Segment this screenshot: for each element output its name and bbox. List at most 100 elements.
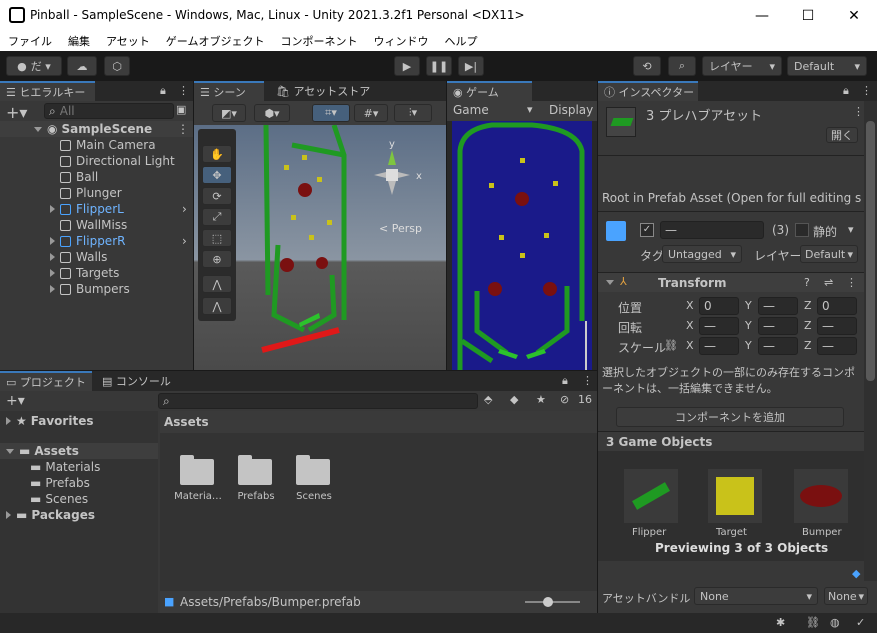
transform-pos-x-field[interactable]: 0 [699, 297, 739, 315]
hierarchy-item[interactable]: Ball [0, 169, 193, 185]
view-options-dropdown[interactable]: ⬢▾ [254, 104, 290, 122]
expand-icon[interactable] [50, 269, 55, 277]
tab-inspector[interactable]: ⓘ インスペクター [598, 81, 698, 101]
name-field[interactable]: — [660, 221, 764, 239]
more-icon[interactable]: ⋮ [178, 84, 189, 97]
hierarchy-item[interactable]: Targets [0, 265, 193, 281]
progress-icon[interactable]: ◍ [830, 616, 840, 629]
assets-row[interactable]: ▬ Assets [0, 443, 158, 459]
menu-item[interactable]: ヘルプ [436, 31, 485, 51]
folder-icon[interactable] [238, 455, 272, 485]
scene-visibility-icon[interactable]: ▣ [176, 103, 186, 116]
hidden-packages-icon[interactable]: ⊘ [560, 393, 569, 406]
help-icon[interactable]: ? [804, 276, 810, 289]
expand-icon[interactable] [50, 253, 55, 261]
step-icon[interactable]: ▶| [458, 56, 484, 76]
add-component-button[interactable]: コンポーネントを追加 [616, 407, 844, 427]
menu-item[interactable]: ゲームオブジェクト [158, 31, 273, 51]
inspector-scrollbar[interactable] [864, 101, 877, 581]
tab-console[interactable]: ▤ コンソール [96, 371, 176, 391]
filter-label-icon[interactable]: ◆ [510, 393, 518, 406]
collab-icon[interactable]: ⬡ [104, 56, 130, 76]
hand-tool-icon[interactable]: ✋ [202, 145, 232, 163]
hierarchy-item[interactable]: Plunger [0, 185, 193, 201]
more-icon[interactable]: ⋮ [582, 374, 593, 387]
grid-snap-button[interactable]: #▾ [354, 104, 388, 122]
hierarchy-item[interactable]: FlipperR › [0, 233, 193, 249]
rect-tool-icon[interactable]: ⬚ [202, 229, 232, 247]
preview-thumbnail[interactable] [794, 469, 848, 523]
expand-icon[interactable] [50, 285, 55, 293]
more-icon[interactable]: ⋮ [853, 105, 864, 118]
favorites-row[interactable]: ★ Favorites [6, 413, 93, 429]
tab-hierarchy[interactable]: ☰ ヒエラルキー [0, 81, 95, 101]
play-icon[interactable]: ▶ [394, 56, 420, 76]
more-icon[interactable]: ⋮ [846, 276, 857, 289]
asset-variant-dropdown[interactable]: None ▾ [824, 587, 868, 605]
minimize-button[interactable]: — [739, 0, 785, 31]
link-scale-icon[interactable]: ⛓ [664, 339, 678, 352]
transform-tool-icon[interactable]: ⊕ [202, 250, 232, 268]
tag-dropdown[interactable]: Untagged ▾ [662, 245, 742, 263]
more-icon[interactable]: ⋮ [177, 122, 189, 136]
layers-dropdown[interactable]: レイヤー ▾ [702, 56, 782, 76]
hierarchy-item[interactable]: WallMiss [0, 217, 193, 233]
chevron-right-icon[interactable]: › [182, 234, 187, 248]
tab-asset-store[interactable]: 🛍︎ アセットストア [270, 81, 390, 101]
asset-bundle-dropdown[interactable]: None ▾ [694, 587, 818, 605]
check-icon[interactable]: ✓ [856, 616, 865, 629]
draw-mode-dropdown[interactable]: ◩▾ [212, 104, 246, 122]
close-button[interactable]: ✕ [831, 0, 877, 31]
lock-icon[interactable]: 🔒︎ [562, 374, 568, 388]
preset-icon[interactable]: ⇌ [824, 276, 833, 289]
transform-pos-z-field[interactable]: 0 [817, 297, 857, 315]
ruler-button[interactable]: ⫶▾ [394, 104, 432, 122]
history-icon[interactable]: ⟲ [633, 56, 661, 76]
more-icon[interactable]: ⋮ [861, 84, 872, 97]
transform-pos-y-field[interactable]: — [758, 297, 798, 315]
tab-game[interactable]: ◉ ゲーム [447, 81, 532, 101]
account-button[interactable]: ● だ ▾ [6, 56, 62, 76]
zoom-slider[interactable] [525, 597, 580, 607]
hierarchy-item[interactable]: Bumpers [0, 281, 193, 297]
packages-row[interactable]: ▬ Packages [6, 507, 95, 523]
asset-folder-row[interactable]: ▬ Scenes [30, 491, 88, 507]
move-tool-icon[interactable]: ✥ [202, 166, 232, 184]
maximize-button[interactable]: ☐ [785, 0, 831, 31]
preview-thumbnail[interactable] [624, 469, 678, 523]
cache-icon[interactable]: ⛓ [806, 616, 820, 629]
layout-dropdown[interactable]: Default ▾ [787, 56, 867, 76]
add-icon[interactable]: +▾ [6, 393, 25, 409]
asset-folder-row[interactable]: ▬ Materials [30, 459, 100, 475]
persp-label[interactable]: < Persp [379, 222, 422, 235]
debug-icon[interactable]: ✱ [776, 616, 785, 629]
menu-item[interactable]: アセット [98, 31, 158, 51]
game-viewport[interactable] [452, 121, 592, 370]
active-checkbox[interactable]: ✓ [640, 223, 654, 237]
expand-icon[interactable] [50, 205, 55, 213]
tab-scene[interactable]: ☰ シーン [194, 81, 264, 101]
label-icon[interactable]: ◆ [852, 567, 860, 580]
filter-type-icon[interactable]: ⬘ [484, 393, 492, 406]
expand-icon[interactable] [50, 237, 55, 245]
menu-item[interactable]: コンポーネント [272, 31, 365, 51]
preview-thumbnail[interactable] [708, 469, 762, 523]
static-checkbox[interactable] [795, 223, 809, 237]
transform-rot-y-field[interactable]: — [758, 317, 798, 335]
transform-scl-x-field[interactable]: — [699, 337, 739, 355]
tab-project[interactable]: ▭ プロジェクト [0, 371, 92, 391]
open-button[interactable]: 開く [826, 127, 858, 143]
search-icon[interactable]: ⌕ [668, 56, 696, 76]
menu-item[interactable]: 編集 [60, 31, 98, 51]
project-search-input[interactable]: ⌕ [158, 393, 478, 409]
hierarchy-search-input[interactable]: ⌕ All [44, 103, 174, 119]
display-dropdown[interactable]: Display [549, 103, 593, 117]
chevron-right-icon[interactable]: › [182, 202, 187, 216]
hierarchy-item[interactable]: FlipperL › [0, 201, 193, 217]
scale-tool-icon[interactable]: ⤢ [202, 208, 232, 226]
transform-rot-z-field[interactable]: — [817, 317, 857, 335]
custom-tool-2-icon[interactable]: ⋀ [202, 297, 232, 315]
hierarchy-item[interactable]: Main Camera [0, 137, 193, 153]
cloud-icon[interactable]: ☁ [67, 56, 97, 76]
add-icon[interactable]: +▾ [6, 103, 27, 122]
